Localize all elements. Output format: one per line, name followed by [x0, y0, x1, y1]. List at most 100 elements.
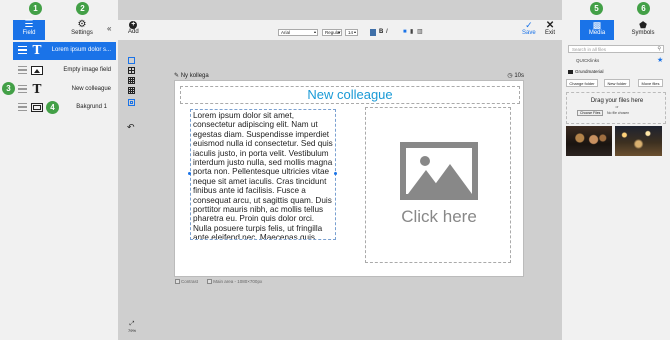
- quick-links[interactable]: QUICKlinks: [576, 58, 599, 63]
- move-files-button[interactable]: Move files: [638, 79, 663, 87]
- resize-handle-left[interactable]: [188, 172, 191, 175]
- tab-field[interactable]: ☰ Field: [13, 20, 45, 40]
- search-placeholder: Search in all files: [572, 47, 607, 52]
- main-area-label: Main area - 1080×700px: [213, 279, 263, 284]
- trash-icon[interactable]: ▥: [417, 29, 423, 36]
- image-icon: [31, 66, 43, 75]
- file-dropzone[interactable]: Drag your files here or Choose Files No …: [566, 92, 666, 124]
- top-toolbar: + Add Arial Regular 14 B I ■ ▮ ▥ ✓ Save …: [118, 20, 562, 40]
- layout-grid-3-icon[interactable]: [128, 77, 135, 84]
- contrast-toggle[interactable]: Contrast: [175, 279, 199, 285]
- step-badge: 1: [29, 2, 42, 15]
- exit-label: Exit: [545, 30, 556, 36]
- tab-field-label: Field: [22, 30, 36, 36]
- resize-handle-right[interactable]: [334, 172, 337, 175]
- folder-item[interactable]: Grundmaterial: [568, 69, 604, 74]
- undo-icon[interactable]: ↶: [127, 122, 135, 133]
- layer-item[interactable]: T New colleague: [13, 81, 116, 99]
- layout-grid-2-icon[interactable]: [128, 67, 135, 74]
- layer-item[interactable]: T Lorem ipsum dolor s...: [13, 42, 116, 60]
- add-label: Add: [128, 29, 139, 35]
- zoom-label: 79%: [128, 328, 137, 333]
- tab-settings[interactable]: ⚙ Settings: [64, 20, 100, 40]
- step-badge: 3: [2, 82, 15, 95]
- checkmark-icon: ✓: [525, 20, 533, 30]
- drag-handle-icon[interactable]: [18, 103, 27, 111]
- exit-button[interactable]: ✕ Exit: [545, 20, 556, 37]
- canvas-header: ✎ Ny kollega ◷ 10s: [174, 71, 524, 80]
- drop-or: or: [615, 105, 619, 109]
- duration-label: 10s: [514, 73, 524, 79]
- hamburger-icon: ☰: [24, 19, 34, 30]
- click-here-label: Click here: [401, 207, 477, 226]
- text-icon: T: [32, 82, 42, 96]
- step-badge: 6: [637, 2, 650, 15]
- change-folder-button[interactable]: Change folder: [566, 79, 598, 87]
- step-badge: 2: [76, 2, 89, 15]
- close-icon: ✕: [545, 20, 555, 31]
- layer-label: Lorem ipsum dolor s...: [51, 47, 111, 53]
- choose-files-button[interactable]: Choose Files: [577, 110, 604, 116]
- slide-duration[interactable]: ◷ 10s: [507, 72, 524, 79]
- layout-grid-4-icon[interactable]: [128, 87, 135, 94]
- drag-handle-icon[interactable]: [18, 85, 27, 93]
- gear-icon: ⚙: [77, 19, 87, 30]
- slide-name[interactable]: ✎ Ny kollega: [174, 72, 209, 79]
- italic-button[interactable]: I: [386, 29, 388, 36]
- collapse-left-icon[interactable]: «: [107, 24, 111, 33]
- main-area-toggle[interactable]: Main area - 1080×700px: [207, 279, 263, 285]
- pentagon-icon: ⬟: [639, 20, 647, 30]
- layer-item[interactable]: Bakgrund 1: [13, 99, 116, 117]
- left-tabs: ☰ Field ⚙ Settings: [0, 20, 118, 40]
- no-file-label: No file chosen: [607, 111, 630, 115]
- lock-icon[interactable]: ■: [403, 29, 407, 36]
- layer-item[interactable]: Empty image field: [13, 62, 116, 80]
- text-color-swatch[interactable]: [370, 29, 376, 36]
- layer-label: Empty image field: [63, 67, 111, 73]
- search-icon[interactable]: ⚲: [657, 46, 661, 53]
- font-weight-select[interactable]: Regular: [322, 29, 342, 36]
- media-thumbnail[interactable]: [566, 126, 612, 156]
- add-button[interactable]: + Add: [128, 21, 139, 35]
- folder-label: Grundmaterial: [575, 69, 604, 74]
- drop-title: Drag your files here: [590, 98, 644, 104]
- tab-symbols[interactable]: ⬟ Symbols: [627, 20, 659, 40]
- image-field[interactable]: Click here: [365, 107, 511, 263]
- star-icon[interactable]: ★: [657, 56, 663, 64]
- zoom-icon: ⤢: [129, 321, 135, 327]
- search-input[interactable]: Search in all files ⚲: [568, 45, 664, 53]
- drag-handle-icon[interactable]: [18, 46, 27, 54]
- right-panel: ▩ Media ⬟ Symbols Search in all files ⚲ …: [562, 0, 670, 340]
- body-text-field[interactable]: Lorem ipsum dolor sit amet, consectetur …: [190, 109, 336, 240]
- title-field[interactable]: New colleague: [180, 86, 520, 104]
- slide-canvas: New colleague Lorem ipsum dolor sit amet…: [174, 80, 524, 277]
- tab-settings-label: Settings: [71, 30, 93, 36]
- save-label: Save: [522, 30, 536, 36]
- folder-icon: ▩: [592, 20, 602, 30]
- media-thumbnail[interactable]: [615, 126, 662, 156]
- folder-icon: [568, 69, 573, 74]
- slide-name-label: Ny kollega: [180, 73, 209, 79]
- image-placeholder-icon: [400, 142, 478, 200]
- bold-button[interactable]: B: [379, 29, 383, 36]
- step-badge: 5: [590, 2, 603, 15]
- layout-frame-icon[interactable]: [128, 99, 135, 106]
- comment-icon[interactable]: ▮: [410, 29, 413, 36]
- new-folder-button[interactable]: New folder: [604, 79, 630, 87]
- left-panel: ☰ Field ⚙ Settings « T Lorem ipsum dolor…: [0, 0, 118, 340]
- tab-symbols-label: Symbols: [631, 30, 655, 36]
- font-size-select[interactable]: 14: [345, 29, 358, 36]
- canvas-footer: Contrast Main area - 1080×700px: [175, 279, 270, 285]
- plus-icon: +: [129, 21, 138, 29]
- contrast-label: Contrast: [181, 279, 199, 284]
- drag-handle-icon[interactable]: [18, 66, 27, 74]
- layout-single-icon[interactable]: [128, 57, 135, 64]
- tab-media[interactable]: ▩ Media: [580, 20, 614, 40]
- font-select[interactable]: Arial: [278, 29, 318, 36]
- background-icon: [31, 103, 43, 112]
- text-icon: T: [32, 43, 42, 57]
- save-button[interactable]: ✓ Save: [522, 20, 536, 37]
- step-badge: 4: [46, 101, 59, 114]
- layer-label: Bakgrund 1: [76, 104, 107, 110]
- zoom-control[interactable]: ⤢ 79%: [128, 321, 136, 333]
